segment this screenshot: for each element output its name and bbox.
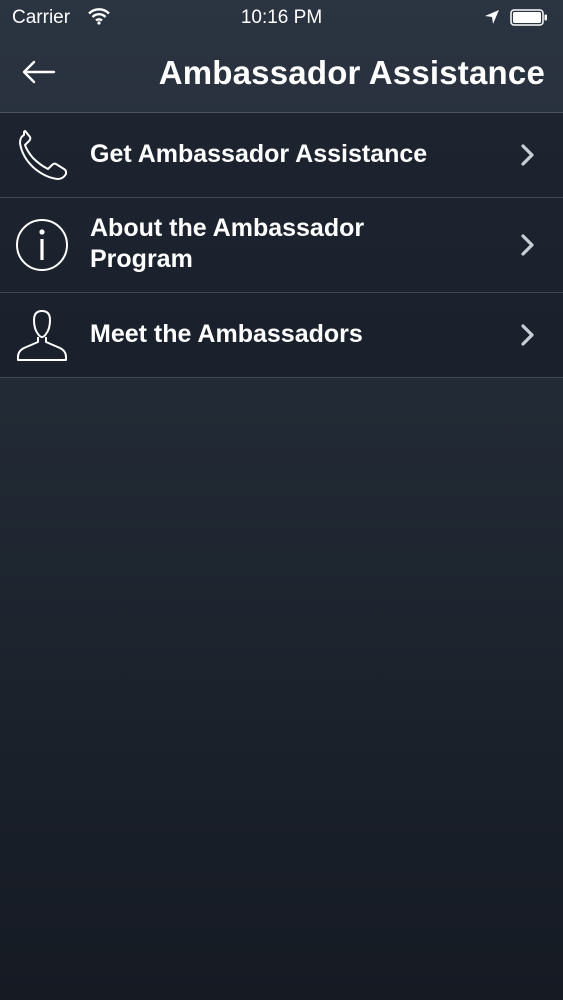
battery-icon (510, 9, 548, 26)
status-bar: Carrier 10:16 PM (0, 0, 563, 36)
menu-item-label: Get Ambassador Assistance (90, 140, 428, 168)
phone-icon (14, 127, 70, 183)
menu-item-about-program[interactable]: About the Ambassador Program (0, 198, 563, 293)
menu-list: Get Ambassador Assistance About the Amba… (0, 112, 563, 378)
menu-item-label: Meet the Ambassadors (90, 320, 363, 348)
info-icon (14, 217, 70, 273)
menu-item-label: About the Ambassador Program (90, 213, 493, 275)
location-arrow-icon (484, 9, 500, 31)
menu-item-get-assistance[interactable]: Get Ambassador Assistance (0, 113, 563, 198)
back-arrow-icon (22, 60, 56, 84)
person-icon (14, 307, 70, 363)
status-time: 10:16 PM (240, 7, 323, 28)
chevron-right-icon (518, 232, 538, 258)
chevron-right-icon (518, 142, 538, 168)
chevron-right-icon (518, 322, 538, 348)
page-title: Ambassador Assistance (158, 54, 545, 91)
menu-item-label-line1: About the Ambassador (90, 214, 365, 242)
back-button[interactable] (18, 54, 66, 94)
nav-bar: Ambassador Assistance (0, 36, 563, 112)
menu-item-label-line2: Program (90, 245, 193, 273)
menu-item-meet-ambassadors[interactable]: Meet the Ambassadors (0, 293, 563, 378)
